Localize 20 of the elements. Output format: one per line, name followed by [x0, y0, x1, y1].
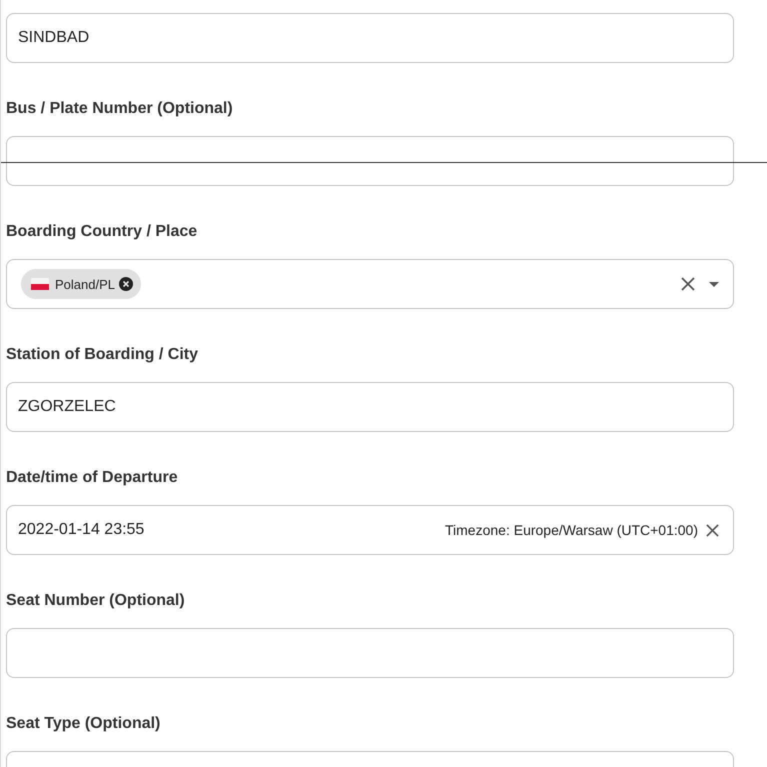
select-field[interactable]: Poland/PL [6, 259, 734, 309]
field-label: Station of Boarding / City [6, 345, 199, 365]
field-label: Boarding Country / Place [6, 222, 198, 242]
text-field[interactable]: ZGORZELEC [6, 382, 734, 432]
flag-icon [31, 278, 49, 290]
country-chip[interactable]: Poland/PL [21, 269, 141, 299]
dropdown-caret-icon[interactable] [709, 282, 719, 286]
clear-icon[interactable] [706, 524, 719, 536]
field-label: Seat Type (Optional) [6, 714, 162, 734]
text-field[interactable] [6, 628, 734, 678]
datetime-value: 2022-01-14 23:55 [18, 521, 146, 539]
clear-icon[interactable] [681, 277, 695, 291]
field-label: Bus / Plate Number (Optional) [6, 99, 234, 119]
text-field[interactable]: SINDBAD [6, 13, 734, 63]
field-label: Seat Number (Optional) [6, 591, 186, 611]
datetime-field[interactable]: 2022-01-14 23:55 Timezone: Europe/Warsaw (UTC+01:00) [6, 505, 734, 555]
field-label: Date/time of Departure [6, 468, 179, 488]
remove-icon[interactable] [119, 277, 133, 291]
timezone-text: Timezone: Europe/Warsaw (UTC+01:00) [445, 522, 698, 538]
text-field[interactable] [6, 136, 734, 186]
